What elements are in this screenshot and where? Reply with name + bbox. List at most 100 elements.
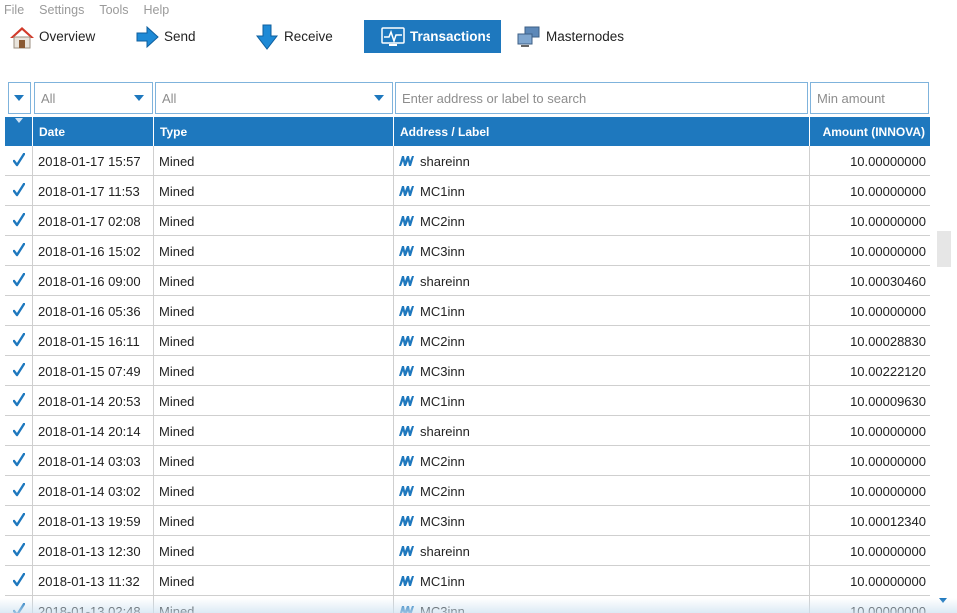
send-button[interactable]: Send (134, 20, 196, 53)
type-header[interactable]: Type (154, 117, 394, 146)
date-cell: 2018-01-14 20:14 (33, 416, 154, 446)
address-header[interactable]: Address / Label (394, 117, 810, 146)
chevron-down-icon (374, 95, 384, 101)
address-search-input[interactable] (402, 90, 807, 106)
table-row[interactable]: 2018-01-16 15:02 Mined MC3inn 10.00000000 (5, 236, 930, 266)
type-cell: Mined (154, 356, 394, 386)
status-cell (5, 566, 33, 596)
menu-file[interactable]: File (4, 3, 24, 17)
amount-header[interactable]: Amount (INNOVA) (810, 117, 930, 146)
date-cell: 2018-01-16 09:00 (33, 266, 154, 296)
check-icon (12, 452, 25, 470)
table-row[interactable]: 2018-01-16 09:00 Mined shareinn 10.00030460 (5, 266, 930, 296)
table-row[interactable]: 2018-01-14 20:14 Mined shareinn 10.00000000 (5, 416, 930, 446)
amount-cell: 10.00000000 (850, 213, 926, 229)
activity-monitor-icon (380, 24, 406, 50)
address-cell: MC1inn (394, 386, 810, 416)
vertical-scrollbar[interactable] (931, 117, 957, 613)
date-header[interactable]: Date (33, 117, 154, 146)
address-label: shareinn (420, 153, 470, 169)
type-cell: Mined (154, 386, 394, 416)
table-row[interactable]: 2018-01-14 03:03 Mined MC2inn 10.00000000 (5, 446, 930, 476)
status-cell (5, 386, 33, 416)
date-filter-select[interactable]: All (34, 82, 153, 114)
table-row[interactable]: 2018-01-17 15:57 Mined shareinn 10.00000000 (5, 146, 930, 176)
table-row[interactable]: 2018-01-13 12:30 Mined shareinn 10.00000000 (5, 536, 930, 566)
check-icon (12, 182, 25, 200)
innova-logo-icon (399, 216, 414, 226)
type-cell: Mined (154, 446, 394, 476)
amount-cell: 10.00028830 (850, 333, 926, 349)
type-cell: Mined (154, 596, 394, 613)
table-header: Date Type Address / Label Amount (INNOVA… (5, 117, 930, 146)
status-header[interactable] (5, 117, 33, 146)
date-cell: 2018-01-13 02:48 (33, 596, 154, 613)
amount-cell: 10.00000000 (850, 153, 926, 169)
address-label: MC2inn (420, 483, 465, 499)
chevron-down-icon (134, 95, 144, 101)
address-label: MC3inn (420, 513, 465, 529)
innova-logo-icon (399, 306, 414, 316)
table-row[interactable]: 2018-01-15 07:49 Mined MC3inn 10.00222120 (5, 356, 930, 386)
table-row[interactable]: 2018-01-14 20:53 Mined MC1inn 10.00009630 (5, 386, 930, 416)
date-cell: 2018-01-13 11:32 (33, 566, 154, 596)
date-cell: 2018-01-16 15:02 (33, 236, 154, 266)
table-row[interactable]: 2018-01-13 19:59 Mined MC3inn 10.00012340 (5, 506, 930, 536)
date-cell: 2018-01-16 05:36 (33, 296, 154, 326)
address-label: MC2inn (420, 453, 465, 469)
check-icon (12, 572, 25, 590)
innova-logo-icon (399, 186, 414, 196)
overview-button[interactable]: Overview (9, 20, 95, 53)
masternodes-button[interactable]: Masternodes (516, 20, 624, 53)
table-row[interactable]: 2018-01-17 11:53 Mined MC1inn 10.00000000 (5, 176, 930, 206)
home-icon (9, 24, 35, 50)
table-row[interactable]: 2018-01-13 11:32 Mined MC1inn 10.00000000 (5, 566, 930, 596)
min-amount-box (810, 82, 929, 114)
innova-logo-icon (399, 246, 414, 256)
address-cell: shareinn (394, 416, 810, 446)
scroll-down-icon[interactable] (939, 598, 947, 603)
table-row[interactable]: 2018-01-16 05:36 Mined MC1inn 10.00000000 (5, 296, 930, 326)
innova-logo-icon (399, 546, 414, 556)
amount-cell: 10.00000000 (850, 303, 926, 319)
chevron-down-icon (14, 95, 24, 101)
amount-cell: 10.00000000 (850, 603, 926, 613)
amount-cell: 10.00000000 (850, 243, 926, 259)
min-amount-input[interactable] (817, 90, 928, 106)
check-icon (12, 152, 25, 170)
table-row[interactable]: 2018-01-17 02:08 Mined MC2inn 10.00000000 (5, 206, 930, 236)
status-cell (5, 206, 33, 236)
check-icon (12, 422, 25, 440)
address-label: shareinn (420, 423, 470, 439)
type-filter-select[interactable]: All (155, 82, 393, 114)
address-search-box (395, 82, 808, 114)
table-row[interactable]: 2018-01-13 02:48 Mined MC3inn 10.00000000 (5, 596, 930, 613)
type-cell: Mined (154, 236, 394, 266)
address-label: MC1inn (420, 573, 465, 589)
menu-tools[interactable]: Tools (99, 3, 128, 17)
menu-settings[interactable]: Settings (39, 3, 84, 17)
status-cell (5, 296, 33, 326)
address-cell: shareinn (394, 266, 810, 296)
date-cell: 2018-01-14 03:03 (33, 446, 154, 476)
address-cell: MC3inn (394, 596, 810, 613)
date-cell: 2018-01-13 12:30 (33, 536, 154, 566)
type-cell: Mined (154, 146, 394, 176)
receive-button[interactable]: Receive (254, 20, 333, 53)
amount-cell: 10.00000000 (850, 183, 926, 199)
menu-help[interactable]: Help (144, 3, 170, 17)
innova-logo-icon (399, 156, 414, 166)
check-icon (12, 302, 25, 320)
arrow-down-icon (254, 24, 280, 50)
address-label: MC3inn (420, 363, 465, 379)
check-icon (12, 602, 25, 613)
table-row[interactable]: 2018-01-15 16:11 Mined MC2inn 10.00028830 (5, 326, 930, 356)
address-cell: shareinn (394, 536, 810, 566)
address-label: MC1inn (420, 303, 465, 319)
transactions-button[interactable]: Transactions (364, 20, 501, 53)
scrollbar-thumb[interactable] (937, 231, 951, 267)
address-cell: MC1inn (394, 566, 810, 596)
filter-bar: All All (0, 82, 957, 114)
watch-only-filter[interactable] (8, 82, 31, 114)
table-row[interactable]: 2018-01-14 03:02 Mined MC2inn 10.00000000 (5, 476, 930, 506)
